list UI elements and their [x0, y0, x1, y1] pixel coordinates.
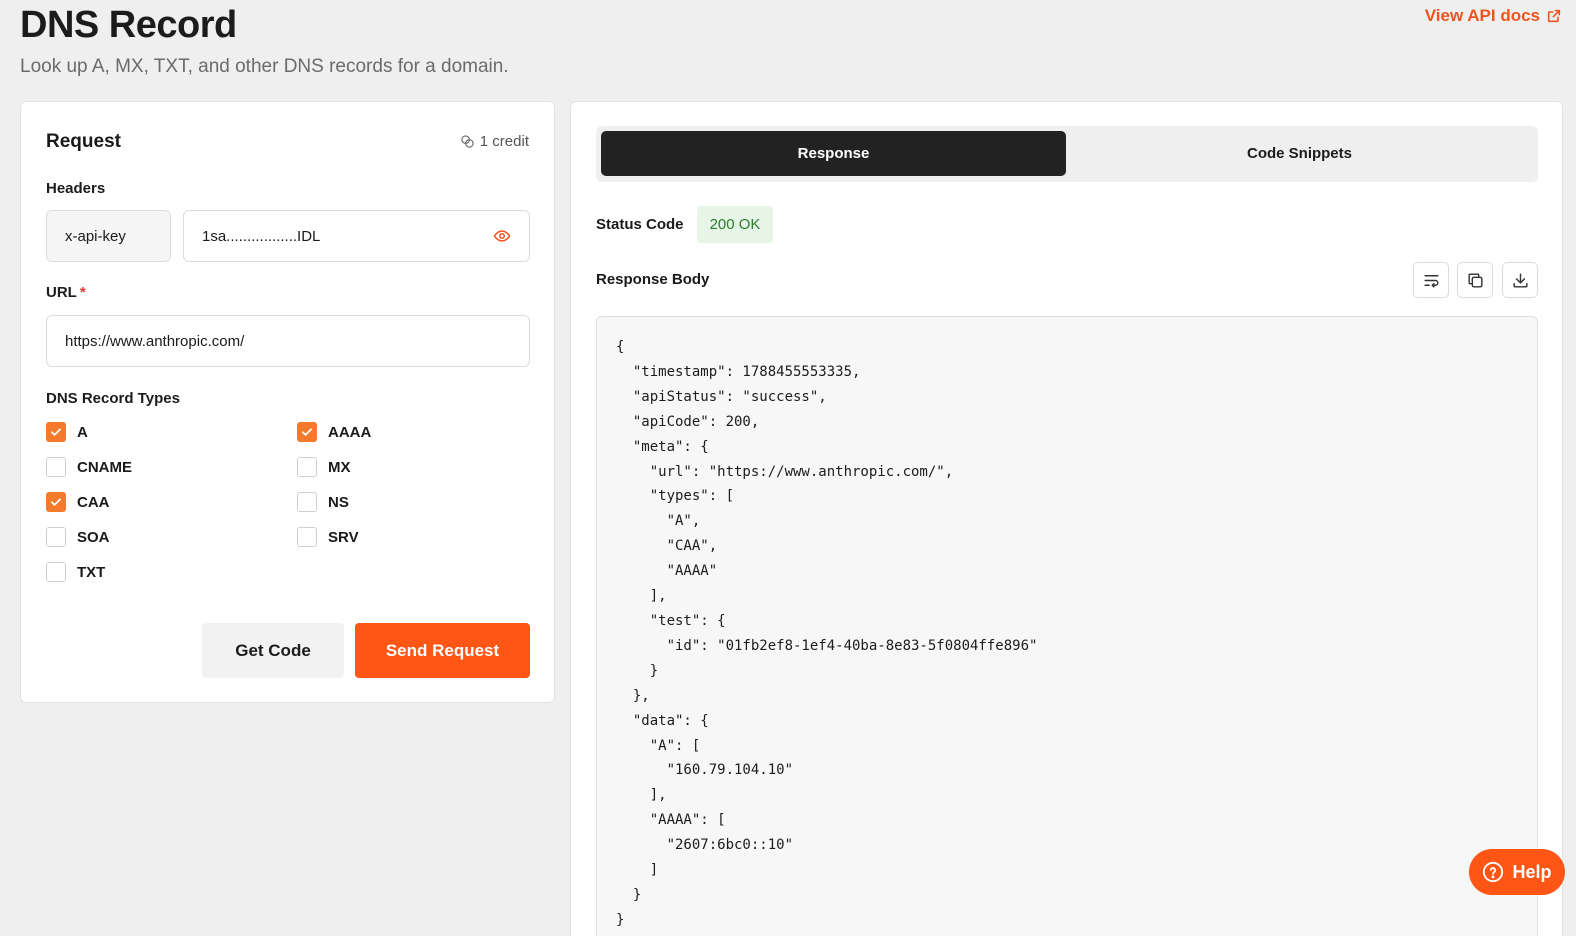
checkbox-box — [46, 562, 66, 582]
wrap-text-icon — [1423, 274, 1439, 288]
credit-indicator: 1 credit — [460, 133, 529, 150]
tab-code-snippets[interactable]: Code Snippets — [1066, 131, 1533, 176]
header-key-value: x-api-key — [65, 227, 126, 245]
checkbox-box — [46, 492, 66, 512]
view-api-docs-label: View API docs — [1424, 6, 1540, 25]
view-api-docs-link[interactable]: View API docs — [1425, 6, 1562, 26]
checkbox-a[interactable]: A — [46, 422, 88, 442]
checkbox-label: SOA — [77, 528, 110, 546]
get-code-button[interactable]: Get Code — [202, 623, 344, 678]
response-tabs: Response Code Snippets — [596, 126, 1538, 182]
checkbox-box — [297, 492, 317, 512]
response-body-viewer[interactable]: { "timestamp": 1788455553335, "apiStatus… — [596, 316, 1538, 936]
checkbox-label: AAAA — [328, 423, 372, 441]
download-button[interactable] — [1502, 262, 1538, 298]
api-key-field[interactable]: 1sa.................IDL — [183, 210, 530, 262]
send-request-button[interactable]: Send Request — [355, 623, 530, 678]
checkbox-label: TXT — [77, 563, 106, 581]
required-marker: * — [79, 284, 86, 301]
checkbox-label: CNAME — [77, 458, 132, 476]
checkbox-srv[interactable]: SRV — [297, 527, 359, 547]
url-value: https://www.anthropic.com/ — [65, 332, 245, 350]
page-title: DNS Record — [20, 4, 237, 46]
checkbox-box — [297, 422, 317, 442]
status-badge: 200 OK — [697, 206, 773, 243]
response-body-label: Response Body — [596, 271, 710, 288]
dns-types-label: DNS Record Types — [46, 390, 180, 407]
tab-response[interactable]: Response — [601, 131, 1066, 176]
status-code-label: Status Code — [596, 216, 684, 233]
checkbox-box — [297, 527, 317, 547]
copy-button[interactable] — [1457, 262, 1493, 298]
checkbox-aaaa[interactable]: AAAA — [297, 422, 371, 442]
request-panel: Request 1 credit Headers x-api-key 1sa..… — [20, 101, 555, 703]
checkbox-box — [297, 457, 317, 477]
headers-label: Headers — [46, 180, 106, 197]
checkbox-label: NS — [328, 493, 349, 511]
check-icon — [51, 498, 61, 506]
page-subtitle: Look up A, MX, TXT, and other DNS record… — [20, 56, 509, 77]
checkbox-caa[interactable]: CAA — [46, 492, 110, 512]
url-label: URL * — [46, 284, 86, 301]
url-input[interactable]: https://www.anthropic.com/ — [46, 315, 530, 367]
wrap-text-button[interactable] — [1413, 262, 1449, 298]
checkbox-box — [46, 422, 66, 442]
checkbox-txt[interactable]: TXT — [46, 562, 105, 582]
checkbox-ns[interactable]: NS — [297, 492, 349, 512]
external-link-icon — [1547, 9, 1561, 23]
checkbox-label: MX — [328, 458, 351, 476]
check-icon — [51, 428, 61, 436]
checkbox-soa[interactable]: SOA — [46, 527, 110, 547]
credit-label: 1 credit — [479, 133, 529, 150]
response-body-json: { "timestamp": 1788455553335, "apiStatus… — [616, 339, 1038, 928]
url-label-text: URL — [46, 284, 77, 301]
checkbox-mx[interactable]: MX — [297, 457, 351, 477]
check-icon — [302, 428, 312, 436]
question-circle-icon — [1483, 861, 1504, 883]
checkbox-label: SRV — [328, 528, 359, 546]
response-panel: Response Code Snippets Status Code 200 O… — [570, 101, 1563, 936]
checkbox-cname[interactable]: CNAME — [46, 457, 132, 477]
header-key-field[interactable]: x-api-key — [46, 210, 171, 262]
checkbox-box — [46, 527, 66, 547]
help-button[interactable]: Help — [1469, 849, 1565, 895]
checkbox-label: A — [77, 423, 88, 441]
checkbox-label: CAA — [77, 493, 110, 511]
eye-icon[interactable] — [493, 227, 511, 245]
help-label: Help — [1512, 861, 1552, 882]
coins-icon — [461, 135, 474, 148]
download-icon — [1512, 272, 1528, 288]
copy-icon — [1467, 272, 1483, 288]
request-title: Request — [46, 131, 121, 152]
checkbox-box — [46, 457, 66, 477]
api-key-value: 1sa.................IDL — [202, 227, 321, 245]
